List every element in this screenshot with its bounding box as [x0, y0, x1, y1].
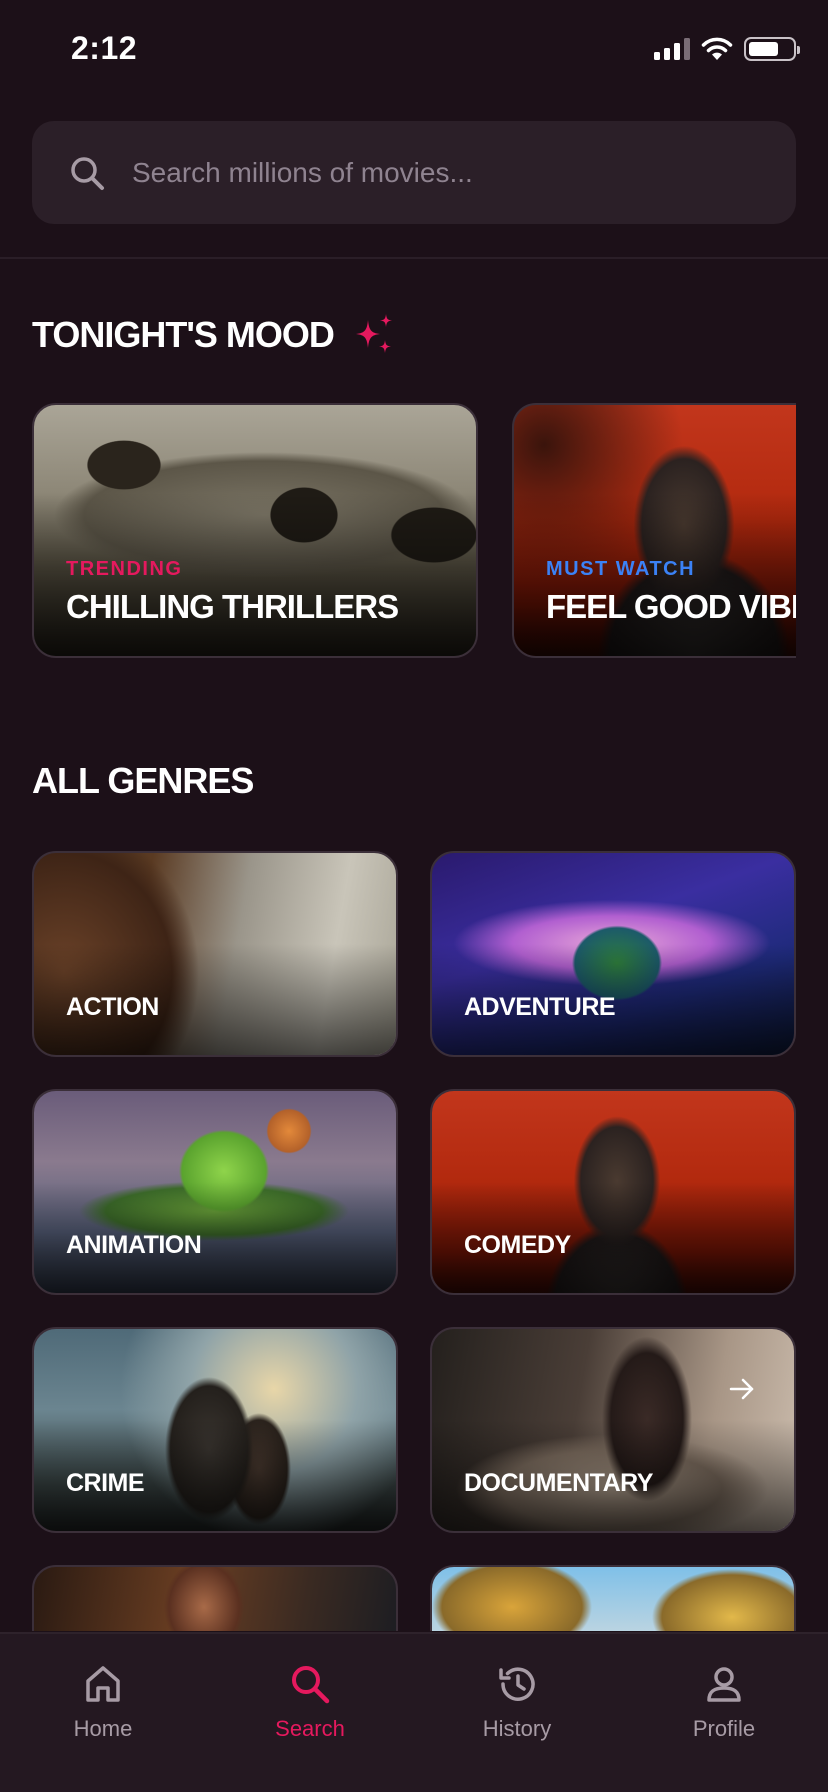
genre-card-partial-left[interactable] — [32, 1565, 398, 1631]
search-icon — [71, 156, 104, 190]
search-input[interactable] — [132, 156, 732, 189]
mood-card-feel-good-vibes[interactable]: MUST WATCH FEEL GOOD VIBES — [512, 403, 796, 658]
battery-icon — [744, 37, 800, 61]
mood-section-title: TONIGHT'S MOOD — [32, 314, 335, 355]
mood-card-tag: TRENDING — [66, 558, 183, 580]
tab-label: Home — [73, 1716, 133, 1741]
home-icon — [86, 1666, 120, 1702]
mood-card-tag: MUST WATCH — [546, 558, 696, 580]
genre-label: COMEDY — [464, 1231, 571, 1259]
mood-card-title: CHILLING THRILLERS — [66, 588, 399, 625]
genres-grid: ACTION ADVENTURE ANIMATION COMEDY CRIME … — [32, 851, 796, 1631]
tab-profile[interactable]: Profile — [654, 1662, 794, 1742]
tab-label: Search — [275, 1716, 345, 1741]
wifi-icon — [701, 37, 733, 60]
search-bar[interactable] — [32, 121, 796, 224]
section-title-all-genres: ALL GENRES — [32, 760, 254, 801]
mood-card-title: FEEL GOOD VIBES — [546, 588, 796, 625]
search-icon — [292, 1666, 330, 1704]
tab-label: Profile — [692, 1716, 756, 1741]
arrow-right-icon — [729, 1378, 754, 1400]
sparkles-icon — [355, 314, 392, 353]
genre-card-comedy[interactable]: COMEDY — [430, 1089, 796, 1295]
genre-card-documentary[interactable]: DOCUMENTARY — [430, 1327, 796, 1533]
genre-label: ACTION — [66, 993, 159, 1021]
profile-icon — [707, 1667, 741, 1702]
tab-label: History — [482, 1716, 552, 1741]
header-divider — [0, 257, 828, 259]
mood-carousel[interactable]: TRENDING CHILLING THRILLERS MUST WATCH F… — [32, 403, 796, 658]
status-bar: 2:12 — [0, 0, 828, 100]
genre-card-adventure[interactable]: ADVENTURE — [430, 851, 796, 1057]
genre-card-animation[interactable]: ANIMATION — [32, 1089, 398, 1295]
genre-card-crime[interactable]: CRIME — [32, 1327, 398, 1533]
status-time: 2:12 — [71, 30, 138, 66]
cellular-signal-icon — [654, 38, 690, 60]
tab-search[interactable]: Search — [240, 1662, 380, 1742]
genre-label: CRIME — [66, 1469, 145, 1497]
bottom-tab-bar: Home Search History Profile — [0, 1632, 828, 1792]
genre-label: DOCUMENTARY — [464, 1469, 653, 1497]
tab-home[interactable]: Home — [33, 1662, 173, 1742]
tab-history[interactable]: History — [447, 1662, 587, 1742]
genre-card-action[interactable]: ACTION — [32, 851, 398, 1057]
mood-card-chilling-thrillers[interactable]: TRENDING CHILLING THRILLERS — [32, 403, 478, 658]
status-icons — [654, 36, 800, 62]
genre-card-partial-right[interactable] — [430, 1565, 796, 1631]
history-icon — [499, 1667, 535, 1701]
genre-label: ADVENTURE — [464, 993, 616, 1021]
genre-label: ANIMATION — [66, 1231, 202, 1259]
search-screen: 2:12 TONIGHT'S MOOD TRE — [0, 0, 828, 1792]
section-title-tonights-mood: TONIGHT'S MOOD — [32, 312, 398, 358]
